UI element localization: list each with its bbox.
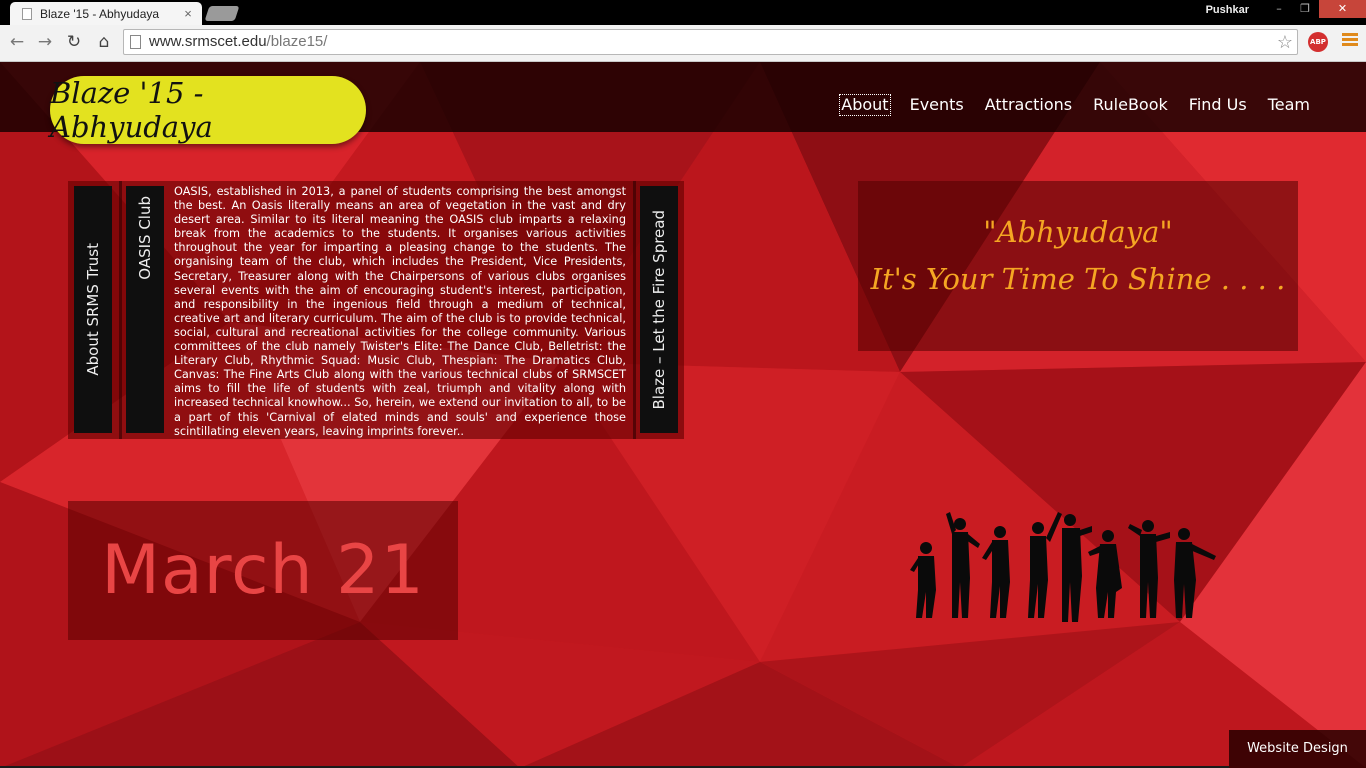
tab-blaze-fire-spread[interactable]: Blaze – Let the Fire Spread [640, 186, 678, 433]
nav-events[interactable]: Events [909, 95, 965, 115]
star-icon[interactable]: ☆ [1277, 30, 1293, 54]
tab-label: Blaze – Let the Fire Spread [650, 209, 668, 410]
tab-close-icon[interactable]: × [180, 6, 196, 21]
nav-rulebook[interactable]: RuleBook [1092, 95, 1169, 115]
page-info-icon[interactable] [130, 35, 141, 49]
url-host: www.srmscet.edu [149, 33, 267, 50]
nav-team[interactable]: Team [1267, 95, 1311, 115]
tab-label: OASIS Club [136, 196, 154, 280]
address-bar[interactable]: www.srmscet.edu/blaze15/ ☆ [123, 29, 1298, 55]
divider [633, 181, 636, 439]
about-text: OASIS, established in 2013, a panel of s… [174, 185, 626, 438]
minimize-button[interactable]: – [1266, 0, 1292, 18]
close-window-button[interactable]: ✕ [1319, 0, 1366, 18]
nav-attractions[interactable]: Attractions [984, 95, 1073, 115]
nav-about[interactable]: About [839, 94, 891, 116]
tagline-title: "Abhyudaya" [983, 215, 1173, 249]
tab-label: About SRMS Trust [84, 243, 102, 376]
web-page: Blaze '15 - Abhyudaya About Events Attra… [0, 62, 1366, 768]
dancers-silhouette-image [910, 512, 1216, 622]
home-icon[interactable]: ⌂ [93, 31, 115, 53]
menu-icon[interactable] [1342, 33, 1358, 48]
back-arrow-icon[interactable]: ← [6, 31, 28, 53]
website-design-link[interactable]: Website Design [1229, 730, 1366, 768]
browser-tab[interactable]: Blaze '15 - Abhyudaya × [10, 2, 202, 25]
url-path: /blaze15/ [266, 33, 328, 50]
reload-icon[interactable]: ↻ [63, 31, 85, 53]
main-nav: About Events Attractions RuleBook Find U… [821, 94, 1311, 116]
abp-icon[interactable]: ABP [1308, 32, 1328, 52]
site-logo[interactable]: Blaze '15 - Abhyudaya [50, 76, 366, 144]
about-panel: About SRMS Trust OASIS Club OASIS, estab… [68, 181, 684, 439]
profile-name[interactable]: Pushkar [1206, 4, 1249, 16]
maximize-button[interactable]: ❐ [1292, 0, 1318, 18]
tagline-box: "Abhyudaya" It's Your Time To Shine . . … [858, 181, 1298, 351]
page-icon [22, 7, 32, 20]
browser-toolbar: ← → ↻ ⌂ www.srmscet.edu/blaze15/ ☆ ABP [0, 25, 1366, 62]
browser-titlebar: Blaze '15 - Abhyudaya × Pushkar – ❐ ✕ [0, 0, 1366, 25]
nav-find-us[interactable]: Find Us [1188, 95, 1248, 115]
tab-about-srms-trust[interactable]: About SRMS Trust [74, 186, 112, 433]
event-date: March 21 [68, 501, 458, 640]
url-text[interactable]: www.srmscet.edu/blaze15/ [149, 30, 327, 54]
forward-arrow-icon[interactable]: → [34, 31, 56, 53]
new-tab-button[interactable] [204, 6, 240, 21]
tab-oasis-club[interactable]: OASIS Club [126, 186, 164, 433]
divider [119, 181, 122, 439]
tab-title: Blaze '15 - Abhyudaya [40, 6, 160, 21]
tagline-subtitle: It's Your Time To Shine . . . . [870, 262, 1286, 296]
